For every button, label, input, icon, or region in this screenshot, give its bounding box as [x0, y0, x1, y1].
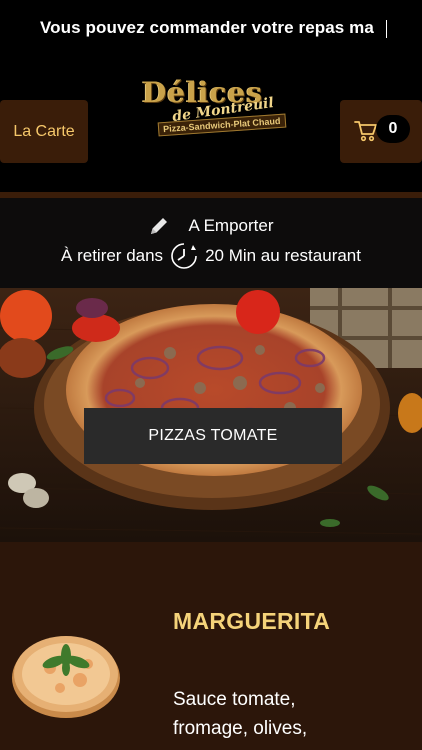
cart-icon: [354, 121, 377, 142]
cart-button[interactable]: 0: [340, 100, 422, 163]
announcement-text: Vous pouvez commander votre repas ma: [40, 18, 374, 37]
header: La Carte Délices de Montreuil Pizza-Sand…: [0, 60, 422, 192]
text-caret: [386, 20, 387, 38]
pickup-time-row: À retirer dans 20 Min au restaurant: [0, 241, 422, 271]
order-mode-row[interactable]: A Emporter: [0, 215, 422, 237]
restaurant-logo[interactable]: Délices de Montreuil Pizza-Sandwich-Plat…: [138, 76, 290, 144]
cart-count-badge: 0: [376, 115, 410, 143]
category-button[interactable]: PIZZAS TOMATE: [84, 408, 342, 464]
pencil-icon: [151, 218, 168, 234]
pickup-suffix: 20 Min au restaurant: [205, 246, 361, 265]
product-description: Sauce tomate, fromage, olives,: [173, 689, 308, 739]
pickup-prefix: À retirer dans: [61, 246, 164, 265]
category-hero: PIZZAS TOMATE: [0, 288, 422, 542]
order-info: A Emporter À retirer dans 20 Min au rest…: [0, 198, 422, 288]
announcement-banner: Vous pouvez commander votre repas ma: [0, 0, 422, 60]
order-mode-label: A Emporter: [188, 216, 274, 235]
product-image: [12, 636, 120, 718]
menu-button[interactable]: La Carte: [0, 100, 88, 163]
product-card[interactable]: MARGUERITA Sauce tomate, fromage, olives…: [0, 542, 422, 750]
product-name: MARGUERITA: [173, 608, 331, 634]
clock-icon: [171, 242, 198, 269]
